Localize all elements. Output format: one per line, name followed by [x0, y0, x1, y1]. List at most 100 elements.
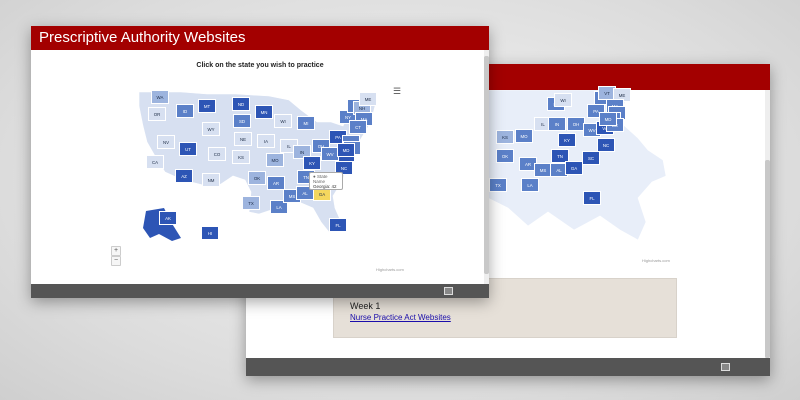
state-ct-front[interactable]: CT — [349, 120, 367, 134]
state-label: SC — [587, 156, 595, 161]
state-la-back[interactable]: LA — [521, 178, 539, 192]
state-nv-front[interactable]: NV — [157, 135, 175, 149]
foreground-scrollbar-thumb[interactable] — [484, 56, 489, 274]
state-md-front[interactable]: MD — [337, 143, 355, 157]
state-wi-back[interactable]: WI — [554, 93, 572, 107]
background-map-credit: Highcharts.com — [642, 258, 670, 263]
state-ar-front[interactable]: AR — [267, 176, 285, 190]
state-me-front[interactable]: ME — [359, 92, 377, 106]
state-label: MD — [604, 117, 612, 122]
state-label: NC — [602, 143, 610, 148]
state-az-front[interactable]: AZ — [175, 169, 193, 183]
state-label: MT — [203, 104, 211, 109]
state-label: MO — [520, 134, 528, 139]
tooltip-value: 42 — [331, 184, 337, 189]
state-nc-back[interactable]: NC — [597, 138, 615, 152]
state-label: MD — [342, 148, 350, 153]
state-in-back[interactable]: IN — [548, 117, 566, 131]
state-label: UT — [185, 147, 191, 152]
state-label: MO — [271, 158, 279, 163]
state-or-front[interactable]: OR — [148, 107, 166, 121]
week-label: Week 1 — [350, 301, 381, 311]
state-wi-front[interactable]: WI — [274, 114, 292, 128]
state-label: CT — [355, 125, 361, 130]
state-ok-back[interactable]: OK — [496, 149, 514, 163]
state-label: LA — [527, 183, 533, 188]
state-label: OK — [501, 154, 509, 159]
state-ia-front[interactable]: IA — [257, 134, 275, 148]
state-ok-front[interactable]: OK — [248, 171, 266, 185]
state-label: WY — [207, 127, 215, 132]
state-label: FL — [335, 223, 341, 228]
state-mo-front[interactable]: MO — [266, 153, 284, 167]
state-sc-back[interactable]: SC — [582, 151, 600, 165]
state-mt-front[interactable]: MT — [198, 99, 216, 113]
state-label: AZ — [181, 174, 187, 179]
state-md-back[interactable]: MD — [599, 112, 617, 126]
state-ne-front[interactable]: NE — [234, 132, 252, 146]
background-us-map[interactable] — [488, 90, 768, 260]
state-label: LA — [276, 205, 282, 210]
state-label: KS — [238, 155, 244, 160]
state-label: CA — [151, 160, 159, 165]
state-label: HI — [207, 231, 213, 236]
state-label: NE — [239, 137, 247, 142]
map-tooltip: ● State Name Georgia: 42 — [309, 172, 343, 190]
state-label: OR — [153, 112, 161, 117]
state-wy-front[interactable]: WY — [202, 122, 220, 136]
state-sd-front[interactable]: SD — [233, 114, 251, 128]
state-nm-front[interactable]: NM — [202, 173, 220, 187]
state-label: KY — [309, 161, 315, 166]
state-ga-back[interactable]: GA — [565, 161, 583, 175]
zoom-in-button[interactable]: + — [111, 246, 121, 256]
nurse-practice-act-link[interactable]: Nurse Practice Act Websites — [350, 313, 451, 322]
zoom-out-button[interactable]: − — [111, 256, 121, 266]
state-mo-back[interactable]: MO — [515, 129, 533, 143]
state-label: ME — [364, 97, 372, 102]
state-fl-back[interactable]: FL — [583, 191, 601, 205]
map-credit: Highcharts.com — [376, 267, 404, 272]
state-label: WI — [560, 98, 566, 103]
state-co-front[interactable]: CO — [208, 147, 226, 161]
state-label: KY — [564, 138, 570, 143]
tooltip-state: Georgia — [313, 184, 330, 189]
us-map[interactable] — [31, 26, 489, 298]
state-label: MI — [303, 121, 309, 126]
state-label: NC — [340, 166, 348, 171]
state-label: CO — [213, 152, 221, 157]
state-hi-front[interactable]: HI — [201, 226, 219, 240]
state-ks-back[interactable]: KS — [496, 130, 514, 144]
fullscreen-icon[interactable] — [444, 287, 453, 295]
state-mi-front[interactable]: MI — [297, 116, 315, 130]
state-label: MN — [260, 110, 268, 115]
state-ks-front[interactable]: KS — [232, 150, 250, 164]
state-label: GA — [570, 166, 578, 171]
state-ca-front[interactable]: CA — [146, 155, 164, 169]
background-scrollbar-thumb[interactable] — [765, 160, 770, 358]
state-ky-front[interactable]: KY — [303, 156, 321, 170]
state-label: NH — [358, 106, 366, 111]
state-label: ND — [237, 102, 245, 107]
state-tx-back[interactable]: TX — [489, 178, 507, 192]
background-footer-bar — [246, 358, 770, 376]
state-label: SD — [238, 119, 246, 124]
state-label: OK — [253, 176, 261, 181]
state-ak-front[interactable]: AK — [159, 211, 177, 225]
background-scrollbar[interactable] — [765, 90, 770, 358]
state-tx-front[interactable]: TX — [242, 196, 260, 210]
state-ut-front[interactable]: UT — [179, 142, 197, 156]
state-label: TN — [557, 154, 563, 159]
state-label: FL — [589, 196, 595, 201]
state-label: AR — [272, 181, 280, 186]
foreground-scrollbar[interactable] — [484, 50, 489, 284]
state-label: AK — [165, 216, 171, 221]
state-id-front[interactable]: ID — [176, 104, 194, 118]
fullscreen-icon[interactable] — [721, 363, 730, 371]
state-wa-front[interactable]: WA — [151, 90, 169, 104]
state-fl-front[interactable]: FL — [329, 218, 347, 232]
state-label: NV — [162, 140, 170, 145]
state-label: IA — [263, 139, 269, 144]
state-nd-front[interactable]: ND — [232, 97, 250, 111]
state-ky-back[interactable]: KY — [558, 133, 576, 147]
state-mn-front[interactable]: MN — [255, 105, 273, 119]
